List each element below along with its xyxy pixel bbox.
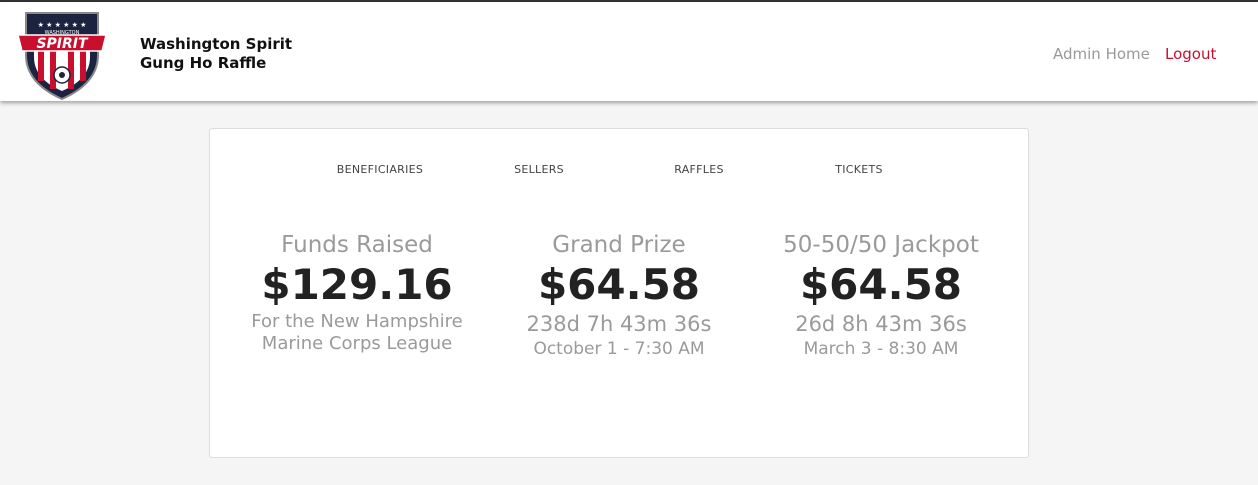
dashboard-card: BENEFICIARIES SELLERS RAFFLES TICKETS Fu… bbox=[209, 128, 1029, 458]
brand-title[interactable]: Washington Spirit Gung Ho Raffle bbox=[140, 35, 292, 73]
funds-raised-panel: Funds Raised $129.16 For the New Hampshi… bbox=[227, 231, 487, 355]
funds-raised-value: $129.16 bbox=[261, 260, 453, 309]
brand-line-1: Washington Spirit bbox=[140, 35, 293, 53]
jackpot-title: 50-50/50 Jackpot bbox=[783, 232, 979, 258]
grand-prize-panel: Grand Prize $64.58 238d 7h 43m 36s Octob… bbox=[489, 231, 749, 360]
nav-admin-home-link[interactable]: Admin Home bbox=[1053, 45, 1150, 63]
svg-text:WASHINGTON: WASHINGTON bbox=[45, 30, 80, 36]
tab-tickets[interactable]: TICKETS bbox=[789, 163, 929, 176]
grand-prize-title: Grand Prize bbox=[552, 232, 686, 258]
shield-logo-icon: ★ ★ ★ ★ ★ ★ SPIRIT WASHINGTON bbox=[17, 12, 107, 101]
jackpot-date: March 3 - 8:30 AM bbox=[803, 339, 959, 359]
funds-raised-title: Funds Raised bbox=[281, 232, 433, 258]
tab-sellers[interactable]: SELLERS bbox=[469, 163, 609, 176]
jackpot-value: $64.58 bbox=[799, 260, 963, 309]
jackpot-countdown: 26d 8h 43m 36s bbox=[795, 312, 967, 336]
svg-text:★ ★ ★ ★ ★ ★: ★ ★ ★ ★ ★ ★ bbox=[38, 21, 87, 29]
beneficiary-line-1: For the New Hampshire bbox=[251, 311, 463, 332]
tab-beneficiaries[interactable]: BENEFICIARIES bbox=[310, 163, 450, 176]
tab-raffles[interactable]: RAFFLES bbox=[629, 163, 769, 176]
jackpot-panel: 50-50/50 Jackpot $64.58 26d 8h 43m 36s M… bbox=[751, 231, 1011, 360]
grand-prize-countdown: 238d 7h 43m 36s bbox=[526, 312, 712, 336]
brand-line-2: Gung Ho Raffle bbox=[140, 54, 267, 72]
svg-text:SPIRIT: SPIRIT bbox=[36, 36, 89, 52]
beneficiary-line-2: Marine Corps League bbox=[261, 333, 453, 354]
washington-spirit-logo[interactable]: ★ ★ ★ ★ ★ ★ SPIRIT WASHINGTON bbox=[16, 5, 108, 101]
grand-prize-value: $64.58 bbox=[537, 260, 701, 309]
app-header: ★ ★ ★ ★ ★ ★ SPIRIT WASHINGTON Washington… bbox=[0, 2, 1258, 101]
grand-prize-date: October 1 - 7:30 AM bbox=[533, 339, 705, 359]
nav-logout-link[interactable]: Logout bbox=[1165, 45, 1216, 63]
